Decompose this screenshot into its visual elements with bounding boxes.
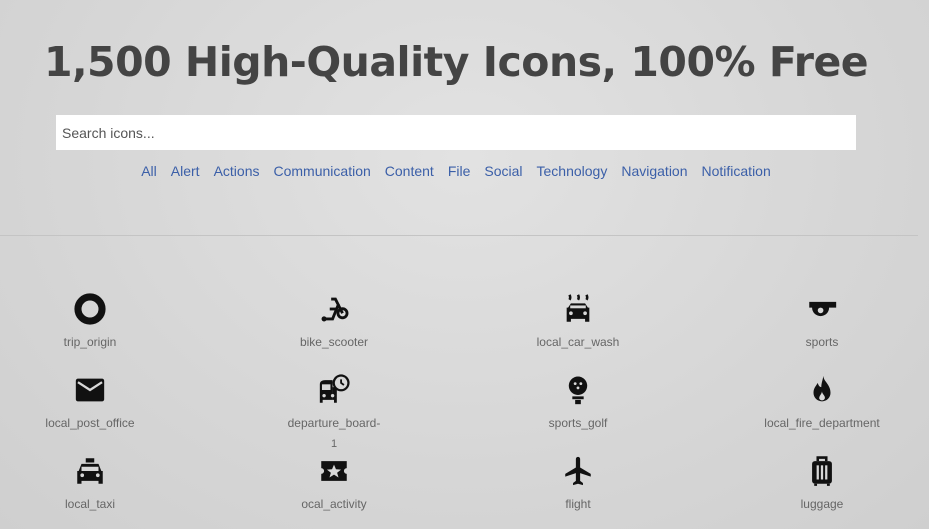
icon-label: ocal_activity — [301, 497, 367, 511]
fire-icon — [813, 375, 831, 402]
taxi-icon — [77, 458, 103, 484]
icon-card[interactable]: flight — [468, 454, 688, 511]
bike-scooter-icon — [321, 297, 349, 322]
ticket-icon — [321, 461, 347, 481]
golf-icon — [568, 376, 588, 405]
airplane-icon — [565, 456, 591, 486]
whistle-icon — [809, 301, 837, 317]
car-wash-icon — [566, 294, 590, 322]
icon-card[interactable]: local_post_office — [0, 373, 200, 430]
icon-card[interactable]: local_fire_department — [712, 373, 929, 430]
icon-label: flight — [565, 497, 591, 511]
icon-label: local_taxi — [64, 497, 116, 511]
icon-card[interactable]: sports — [712, 292, 929, 349]
icon-grid: trip_origin bike_scooter local_car_wash … — [0, 0, 929, 529]
icon-label: local_car_wash — [536, 335, 620, 349]
icon-label: sports_golf — [548, 416, 608, 430]
icon-card[interactable]: luggage — [712, 454, 929, 511]
icon-label: bike_scooter — [299, 335, 369, 349]
icon-card[interactable]: local_car_wash — [468, 292, 688, 349]
mail-icon — [75, 378, 105, 402]
trip-origin-icon — [74, 293, 106, 325]
count-badge: 1 — [330, 438, 338, 450]
icon-card[interactable]: 1 ocal_activity — [224, 438, 444, 511]
icon-card[interactable]: bike_scooter — [224, 292, 444, 349]
departure-board-icon — [319, 374, 350, 403]
icon-label: local_post_office — [45, 416, 135, 430]
icon-card[interactable]: sports_golf — [468, 373, 688, 430]
icon-card[interactable]: local_taxi — [0, 454, 200, 511]
icon-label: luggage — [800, 497, 844, 511]
icon-card[interactable]: trip_origin — [0, 292, 200, 349]
icon-label: local_fire_department — [764, 416, 880, 430]
icon-label: trip_origin — [63, 335, 117, 349]
icon-label: sports — [805, 335, 839, 349]
icon-card[interactable]: departure_board- — [224, 373, 444, 430]
luggage-icon — [812, 456, 832, 486]
icon-label: departure_board- — [287, 416, 381, 430]
